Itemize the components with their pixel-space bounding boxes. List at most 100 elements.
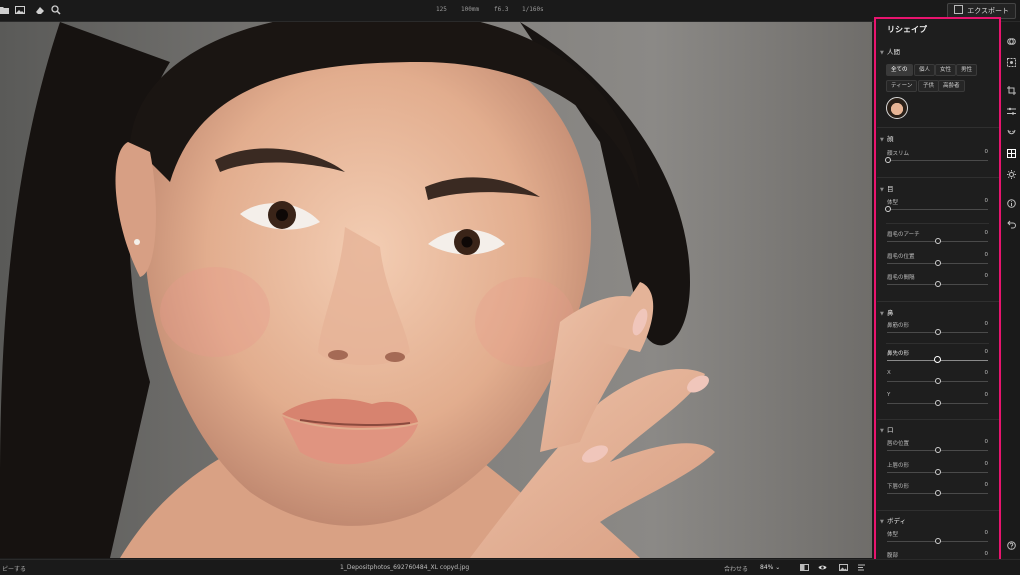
undo-icon[interactable] xyxy=(1007,214,1016,229)
export-icon xyxy=(954,5,964,14)
slider-label: 上唇の形 xyxy=(887,463,910,469)
section-people[interactable]: ▼ 人間 xyxy=(880,46,900,56)
chip-all[interactable]: 全ての xyxy=(886,64,913,76)
slider-label: 唇の位置 xyxy=(887,441,910,447)
slider-handle[interactable] xyxy=(934,356,941,363)
bottom-status-bar: ピーする 1_Depositphotos_692760484_XL copyd.… xyxy=(0,559,1020,575)
chip-individual[interactable]: 個人 xyxy=(914,64,936,76)
slider-value: 0 xyxy=(984,198,989,204)
section-nose[interactable]: ▼ 鼻 xyxy=(880,307,894,317)
chip-male[interactable]: 男性 xyxy=(956,64,978,76)
divider xyxy=(877,301,999,302)
face-portrait-icon[interactable] xyxy=(1007,122,1016,135)
histogram-icon[interactable] xyxy=(857,563,866,572)
slider-value: 0 xyxy=(984,551,989,557)
section-people-label: 人間 xyxy=(887,48,900,56)
slider-handle[interactable] xyxy=(935,281,941,287)
slider-label: Y xyxy=(887,392,891,398)
chevron-down-icon: ▼ xyxy=(880,137,884,143)
reshape-icon[interactable] xyxy=(1007,143,1016,158)
ai-select-icon[interactable] xyxy=(1007,52,1016,67)
slider-label: X xyxy=(887,370,891,376)
slider-label: 体型 xyxy=(887,532,899,538)
folder-icon[interactable] xyxy=(0,4,10,16)
slider-handle[interactable] xyxy=(935,378,941,384)
help-icon[interactable] xyxy=(1007,535,1016,550)
section-body-label: ボディ xyxy=(887,517,907,525)
slider-label: 体型 xyxy=(887,200,899,206)
zoom-icon[interactable] xyxy=(50,4,62,16)
image-view-icon[interactable] xyxy=(839,563,848,572)
image-icon[interactable] xyxy=(14,4,26,16)
divider xyxy=(877,177,999,178)
section-mouth[interactable]: ▼ 口 xyxy=(880,424,894,434)
slider-handle[interactable] xyxy=(885,206,891,212)
reshape-panel: リシェイプ ▼ 人間 全ての 個人 女性 男性 ティーン 子供 高齢者 ▼ 顔 顔ス… xyxy=(874,17,1001,569)
slider-handle[interactable] xyxy=(935,538,941,544)
tool-rail xyxy=(1003,22,1020,558)
slider-label: 鼻先の形 xyxy=(887,351,910,357)
slider-value: 0 xyxy=(984,230,989,236)
effects-sun-icon[interactable] xyxy=(1007,164,1016,179)
chip-senior[interactable]: 高齢者 xyxy=(938,80,965,92)
chip-child[interactable]: 子供 xyxy=(918,80,940,92)
info-icon[interactable] xyxy=(1007,193,1016,208)
chevron-down-icon: ▼ xyxy=(880,428,884,434)
export-label: エクスポート xyxy=(967,7,1009,15)
slider-handle[interactable] xyxy=(885,157,891,163)
slider-value: 0 xyxy=(984,530,989,536)
face-slim-slider[interactable] xyxy=(887,160,988,161)
section-face[interactable]: ▼ 顔 xyxy=(880,133,894,143)
portrait-photo xyxy=(0,22,715,558)
slider-handle[interactable] xyxy=(935,447,941,453)
slider-value: 0 xyxy=(984,273,989,279)
zoom-dropdown[interactable]: 84% ⌄ xyxy=(760,564,780,571)
top-toolbar: 125 100mm f6.3 1/160s エクスポート xyxy=(0,0,1020,22)
eraser-icon[interactable] xyxy=(34,4,46,16)
chevron-down-icon: ▼ xyxy=(880,311,884,317)
exif-focal-length: 100mm xyxy=(461,6,480,13)
section-body[interactable]: ▼ ボディ xyxy=(880,515,906,525)
slider-handle[interactable] xyxy=(935,260,941,266)
slider-value: 0 xyxy=(984,482,989,488)
divider xyxy=(877,510,999,511)
slider-handle[interactable] xyxy=(935,329,941,335)
chevron-down-icon: ▼ xyxy=(880,187,884,193)
section-face-label: 顔 xyxy=(887,135,894,143)
chip-female[interactable]: 女性 xyxy=(935,64,957,76)
layers-icon[interactable] xyxy=(1007,31,1016,45)
slider-handle[interactable] xyxy=(935,490,941,496)
eye-shape-slider[interactable] xyxy=(887,209,988,210)
slider-value: 0 xyxy=(984,149,989,155)
file-name: 1_Depositphotos_692760484_XL copyd.jpg xyxy=(340,564,470,571)
slider-label: 顔スリム xyxy=(887,151,910,157)
section-nose-label: 鼻 xyxy=(887,309,894,317)
divider xyxy=(877,127,999,128)
slider-value: 0 xyxy=(984,392,989,398)
slider-value: 0 xyxy=(984,321,989,327)
slider-label: 鼻筋の形 xyxy=(887,323,910,329)
section-eyes[interactable]: ▼ 目 xyxy=(880,183,894,193)
preview-eye-icon[interactable] xyxy=(818,563,827,572)
divider xyxy=(877,419,999,420)
photo-canvas[interactable] xyxy=(0,22,872,558)
copy-button[interactable]: ピーする xyxy=(2,564,26,573)
fit-button[interactable]: 合わせる xyxy=(724,564,748,573)
exif-aperture: f6.3 xyxy=(494,6,509,13)
adjust-sliders-icon[interactable] xyxy=(1007,101,1016,115)
compare-split-icon[interactable] xyxy=(800,563,809,572)
slider-handle[interactable] xyxy=(935,238,941,244)
slider-label: 腹部 xyxy=(887,553,899,559)
section-eyes-label: 目 xyxy=(887,185,894,193)
face-thumbnail[interactable] xyxy=(886,97,908,119)
chip-teen[interactable]: ティーン xyxy=(886,80,918,92)
slider-label: 眉毛のアーチ xyxy=(887,232,920,238)
crop-icon[interactable] xyxy=(1007,80,1016,95)
slider-value: 0 xyxy=(984,461,989,467)
slider-handle[interactable] xyxy=(935,469,941,475)
chevron-down-icon: ▼ xyxy=(880,50,884,56)
slider-value: 0 xyxy=(984,349,989,355)
slider-value: 0 xyxy=(984,370,989,376)
slider-label: 下唇の形 xyxy=(887,484,910,490)
slider-handle[interactable] xyxy=(935,400,941,406)
